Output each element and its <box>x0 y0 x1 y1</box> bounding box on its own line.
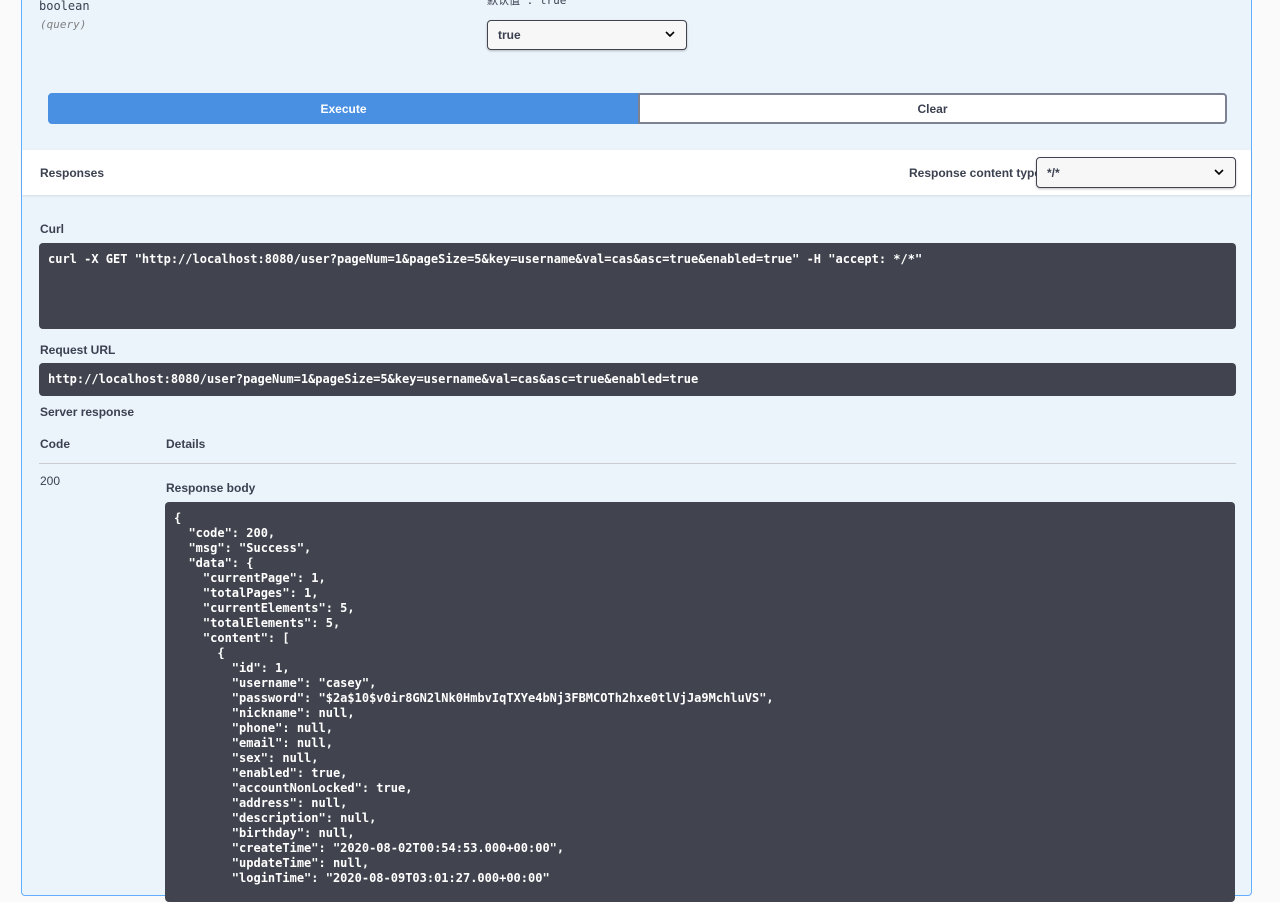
chevron-down-icon <box>1214 168 1224 175</box>
table-divider <box>39 463 1236 464</box>
code-column-header: Code <box>40 437 70 451</box>
request-url-value[interactable]: http://localhost:8080/user?pageNum=1&pag… <box>39 363 1236 396</box>
responses-title: Responses <box>40 166 105 180</box>
parameter-selected-value: true <box>498 28 521 42</box>
response-content-type-label: Response content type <box>909 166 1042 180</box>
response-content-type-value: */* <box>1047 165 1060 180</box>
request-url-label: Request URL <box>40 343 116 357</box>
curl-command[interactable]: curl -X GET "http://localhost:8080/user?… <box>39 243 1236 329</box>
parameter-default: 默认值 : true <box>487 0 567 7</box>
curl-label: Curl <box>40 222 64 236</box>
execute-button[interactable]: Execute <box>48 93 639 124</box>
parameter-value-select[interactable]: true <box>487 20 687 50</box>
parameter-type: boolean <box>39 0 90 13</box>
parameter-location: (query) <box>40 18 87 31</box>
response-body[interactable]: { "code": 200, "msg": "Success", "data":… <box>165 502 1235 902</box>
server-response-label: Server response <box>40 405 135 419</box>
response-status-code: 200 <box>40 474 61 488</box>
response-body-label: Response body <box>166 481 256 495</box>
response-content-type-select[interactable]: */* <box>1036 157 1236 188</box>
details-column-header: Details <box>166 437 206 451</box>
chevron-down-icon <box>665 31 675 38</box>
clear-button[interactable]: Clear <box>638 93 1227 124</box>
